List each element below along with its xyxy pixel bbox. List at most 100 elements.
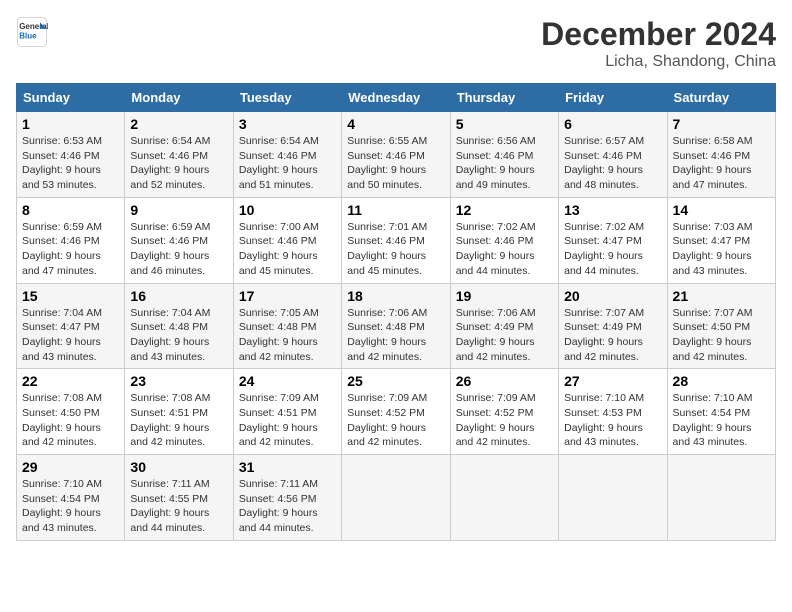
day-number: 4 — [347, 116, 444, 132]
day-number: 13 — [564, 202, 661, 218]
day-info: Sunrise: 7:08 AMSunset: 4:50 PMDaylight:… — [22, 392, 102, 448]
calendar-cell: 19Sunrise: 7:06 AMSunset: 4:49 PMDayligh… — [450, 283, 558, 369]
calendar-cell: 30 Sunrise: 7:11 AMSunset: 4:55 PMDayligh… — [125, 455, 233, 541]
day-number: 28 — [673, 373, 770, 389]
calendar-cell: 9 Sunrise: 6:59 AMSunset: 4:46 PMDaylight… — [125, 197, 233, 283]
calendar-cell: 26 Sunrise: 7:09 AMSunset: 4:52 PMDayligh… — [450, 369, 558, 455]
day-info: Sunrise: 6:59 AMSunset: 4:46 PMDaylight:… — [130, 221, 210, 277]
calendar-cell: 12 Sunrise: 7:02 AMSunset: 4:46 PMDayligh… — [450, 197, 558, 283]
day-number: 20 — [564, 288, 661, 304]
day-info: Sunrise: 7:09 AMSunset: 4:52 PMDaylight:… — [456, 392, 536, 448]
day-info: Sunrise: 7:04 AMSunset: 4:48 PMDaylight:… — [130, 307, 210, 363]
day-info: Sunrise: 6:54 AMSunset: 4:46 PMDaylight:… — [130, 135, 210, 191]
calendar-week-row: 29 Sunrise: 7:10 AMSunset: 4:54 PMDayligh… — [17, 455, 776, 541]
day-number: 22 — [22, 373, 119, 389]
day-info: Sunrise: 6:56 AMSunset: 4:46 PMDaylight:… — [456, 135, 536, 191]
svg-text:Blue: Blue — [19, 31, 37, 40]
day-info: Sunrise: 7:11 AMSunset: 4:55 PMDaylight:… — [130, 478, 209, 534]
calendar-cell: 11 Sunrise: 7:01 AMSunset: 4:46 PMDayligh… — [342, 197, 450, 283]
calendar-cell — [667, 455, 775, 541]
calendar-cell: 14 Sunrise: 7:03 AMSunset: 4:47 PMDayligh… — [667, 197, 775, 283]
calendar-cell: 17 Sunrise: 7:05 AMSunset: 4:48 PMDayligh… — [233, 283, 341, 369]
day-number: 7 — [673, 116, 770, 132]
weekday-header-row: SundayMondayTuesdayWednesdayThursdayFrid… — [17, 84, 776, 112]
day-info: Sunrise: 7:01 AMSunset: 4:46 PMDaylight:… — [347, 221, 427, 277]
day-info: Sunrise: 7:11 AMSunset: 4:56 PMDaylight:… — [239, 478, 318, 534]
day-info: Sunrise: 7:05 AMSunset: 4:48 PMDaylight:… — [239, 307, 319, 363]
calendar-week-row: 22 Sunrise: 7:08 AMSunset: 4:50 PMDayligh… — [17, 369, 776, 455]
day-number: 24 — [239, 373, 336, 389]
title-block: December 2024 Licha, Shandong, China — [541, 16, 776, 71]
page-header: General Blue December 2024 Licha, Shando… — [16, 16, 776, 71]
weekday-header-monday: Monday — [125, 84, 233, 112]
day-number: 30 — [130, 459, 227, 475]
calendar-cell: 27Sunrise: 7:10 AMSunset: 4:53 PMDayligh… — [559, 369, 667, 455]
day-info: Sunrise: 7:09 AMSunset: 4:52 PMDaylight:… — [347, 392, 427, 448]
day-number: 15 — [22, 288, 119, 304]
month-title: December 2024 — [541, 16, 776, 53]
day-info: Sunrise: 6:54 AMSunset: 4:46 PMDaylight:… — [239, 135, 319, 191]
day-number: 6 — [564, 116, 661, 132]
day-info: Sunrise: 7:04 AMSunset: 4:47 PMDaylight:… — [22, 307, 102, 363]
calendar-cell: 2 Sunrise: 6:54 AMSunset: 4:46 PMDaylight… — [125, 112, 233, 198]
day-number: 27 — [564, 373, 661, 389]
calendar-cell: 4 Sunrise: 6:55 AMSunset: 4:46 PMDaylight… — [342, 112, 450, 198]
day-info: Sunrise: 7:07 AMSunset: 4:50 PMDaylight:… — [673, 307, 753, 363]
calendar-cell: 6 Sunrise: 6:57 AMSunset: 4:46 PMDaylight… — [559, 112, 667, 198]
day-info: Sunrise: 6:55 AMSunset: 4:46 PMDaylight:… — [347, 135, 427, 191]
calendar-cell: 13Sunrise: 7:02 AMSunset: 4:47 PMDayligh… — [559, 197, 667, 283]
day-info: Sunrise: 7:02 AMSunset: 4:46 PMDaylight:… — [456, 221, 536, 277]
day-info: Sunrise: 7:08 AMSunset: 4:51 PMDaylight:… — [130, 392, 210, 448]
calendar-cell — [559, 455, 667, 541]
day-info: Sunrise: 6:57 AMSunset: 4:46 PMDaylight:… — [564, 135, 644, 191]
day-number: 29 — [22, 459, 119, 475]
day-number: 17 — [239, 288, 336, 304]
day-number: 8 — [22, 202, 119, 218]
calendar-week-row: 15 Sunrise: 7:04 AMSunset: 4:47 PMDayligh… — [17, 283, 776, 369]
day-number: 1 — [22, 116, 119, 132]
day-number: 31 — [239, 459, 336, 475]
day-number: 14 — [673, 202, 770, 218]
calendar-cell: 5 Sunrise: 6:56 AMSunset: 4:46 PMDaylight… — [450, 112, 558, 198]
calendar-week-row: 1 Sunrise: 6:53 AMSunset: 4:46 PMDaylight… — [17, 112, 776, 198]
day-info: Sunrise: 7:06 AMSunset: 4:48 PMDaylight:… — [347, 307, 427, 363]
weekday-header-thursday: Thursday — [450, 84, 558, 112]
calendar-cell: 25 Sunrise: 7:09 AMSunset: 4:52 PMDayligh… — [342, 369, 450, 455]
day-number: 5 — [456, 116, 553, 132]
location: Licha, Shandong, China — [541, 53, 776, 71]
day-number: 25 — [347, 373, 444, 389]
calendar-cell: 23Sunrise: 7:08 AMSunset: 4:51 PMDayligh… — [125, 369, 233, 455]
calendar-cell: 22 Sunrise: 7:08 AMSunset: 4:50 PMDayligh… — [17, 369, 125, 455]
day-number: 26 — [456, 373, 553, 389]
calendar-cell: 7Sunrise: 6:58 AMSunset: 4:46 PMDaylight… — [667, 112, 775, 198]
calendar-cell: 29 Sunrise: 7:10 AMSunset: 4:54 PMDayligh… — [17, 455, 125, 541]
calendar-cell — [342, 455, 450, 541]
day-number: 16 — [130, 288, 227, 304]
day-info: Sunrise: 7:03 AMSunset: 4:47 PMDaylight:… — [673, 221, 753, 277]
day-number: 3 — [239, 116, 336, 132]
day-number: 11 — [347, 202, 444, 218]
logo-icon: General Blue — [16, 16, 48, 48]
calendar-cell: 10 Sunrise: 7:00 AMSunset: 4:46 PMDayligh… — [233, 197, 341, 283]
day-info: Sunrise: 6:53 AMSunset: 4:46 PMDaylight:… — [22, 135, 102, 191]
calendar-cell: 20 Sunrise: 7:07 AMSunset: 4:49 PMDayligh… — [559, 283, 667, 369]
day-info: Sunrise: 7:07 AMSunset: 4:49 PMDaylight:… — [564, 307, 644, 363]
day-number: 19 — [456, 288, 553, 304]
day-number: 9 — [130, 202, 227, 218]
calendar-cell: 16 Sunrise: 7:04 AMSunset: 4:48 PMDayligh… — [125, 283, 233, 369]
weekday-header-wednesday: Wednesday — [342, 84, 450, 112]
day-number: 18 — [347, 288, 444, 304]
day-info: Sunrise: 7:10 AMSunset: 4:54 PMDaylight:… — [22, 478, 102, 534]
day-number: 10 — [239, 202, 336, 218]
calendar-cell: 18 Sunrise: 7:06 AMSunset: 4:48 PMDayligh… — [342, 283, 450, 369]
day-number: 2 — [130, 116, 227, 132]
calendar-cell: 28 Sunrise: 7:10 AMSunset: 4:54 PMDayligh… — [667, 369, 775, 455]
day-number: 12 — [456, 202, 553, 218]
calendar-cell: 24Sunrise: 7:09 AMSunset: 4:51 PMDayligh… — [233, 369, 341, 455]
calendar-cell: 15 Sunrise: 7:04 AMSunset: 4:47 PMDayligh… — [17, 283, 125, 369]
day-info: Sunrise: 7:10 AMSunset: 4:54 PMDaylight:… — [673, 392, 753, 448]
calendar-cell: 21Sunrise: 7:07 AMSunset: 4:50 PMDayligh… — [667, 283, 775, 369]
day-info: Sunrise: 7:00 AMSunset: 4:46 PMDaylight:… — [239, 221, 319, 277]
calendar-cell: 3 Sunrise: 6:54 AMSunset: 4:46 PMDaylight… — [233, 112, 341, 198]
calendar-table: SundayMondayTuesdayWednesdayThursdayFrid… — [16, 83, 776, 541]
